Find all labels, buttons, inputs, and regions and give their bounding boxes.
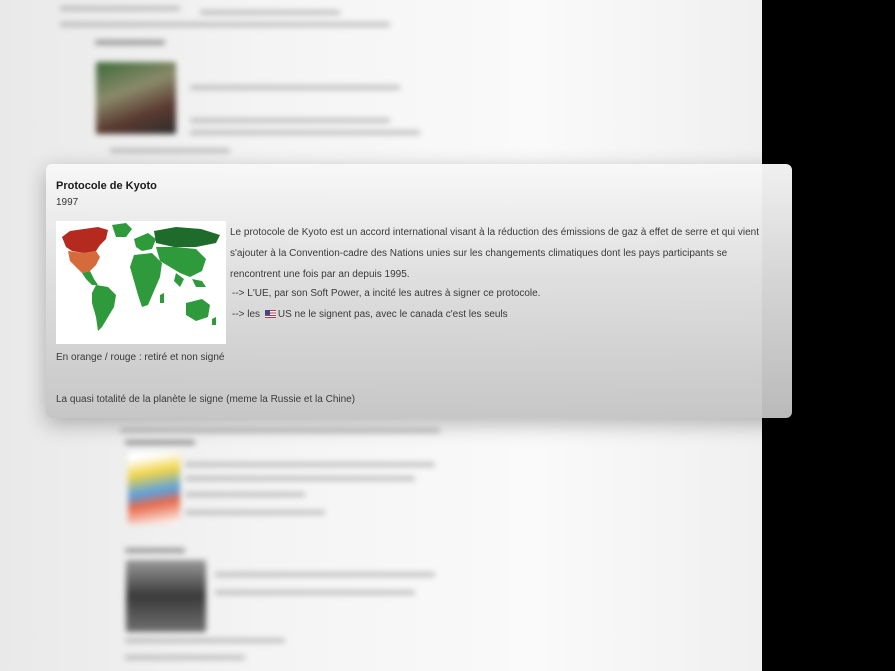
world-map-svg (62, 223, 220, 331)
footer-note: La quasi totalité de la planète le signe… (56, 394, 356, 405)
card-title: Protocole de Kyoto (56, 180, 157, 192)
map-legend-note: En orange / rouge : retiré et non signé (56, 352, 225, 363)
us-flag-icon (264, 310, 276, 319)
card-year: 1997 (56, 197, 79, 208)
kyoto-protocol-card: Protocole de Kyoto 1997 Le protocole de … (46, 164, 792, 418)
kyoto-description: Le protocole de Kyoto est un accord inte… (230, 227, 760, 280)
world-map-image (56, 221, 226, 344)
bullet2-suffix: US ne le signent pas, avec le canada c'e… (277, 309, 508, 320)
bullet-eu-soft-power: --> L'UE, par son Soft Power, a incité l… (232, 288, 541, 299)
bullet-us-not-signed: --> les US ne le signent pas, avec le ca… (232, 309, 508, 320)
bullet2-prefix: --> les (232, 309, 261, 320)
